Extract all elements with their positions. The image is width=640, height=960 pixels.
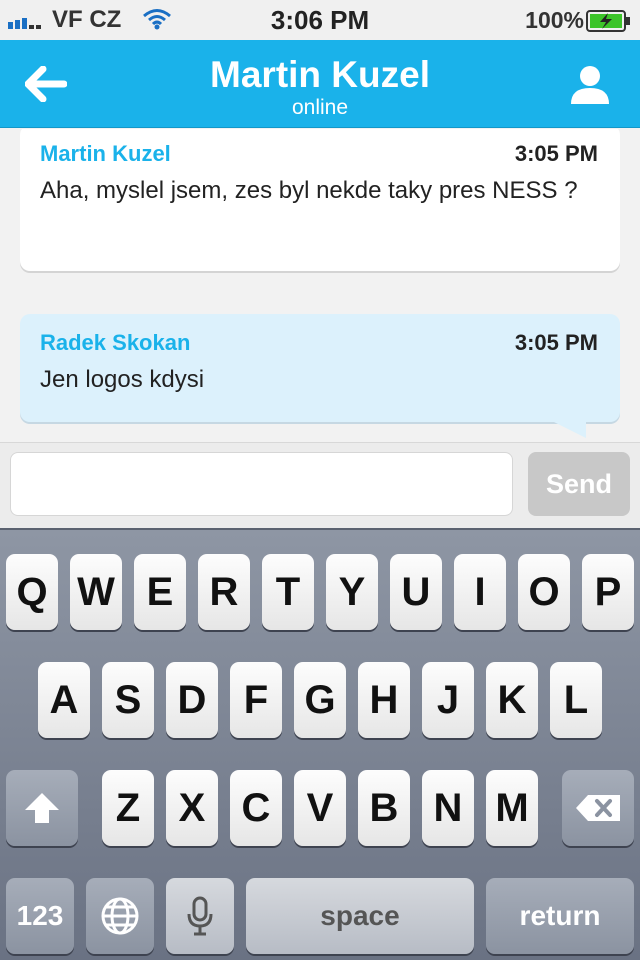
key-g[interactable]: G: [294, 662, 346, 738]
key-o[interactable]: O: [518, 554, 570, 630]
message-time: 3:05 PM: [514, 141, 598, 166]
key-r[interactable]: R: [198, 554, 250, 630]
message-input[interactable]: [10, 452, 513, 516]
navigation-bar: Martin Kuzel online: [0, 40, 640, 128]
send-button[interactable]: Send: [528, 452, 630, 516]
globe-key[interactable]: [86, 878, 154, 954]
shift-key[interactable]: [6, 770, 78, 846]
return-key[interactable]: return: [486, 878, 634, 954]
message-sender: Martin Kuzel: [40, 141, 171, 166]
person-icon: [571, 66, 609, 104]
bubble-tail: [554, 422, 586, 438]
message-bubble: Martin Kuzel 3:05 PM Aha, myslel jsem, z…: [20, 129, 620, 271]
contact-profile-button[interactable]: [562, 58, 618, 110]
chat-messages[interactable]: Martin Kuzel 3:05 PM Aha, myslel jsem, z…: [0, 129, 640, 442]
status-bar: VF CZ 3:06 PM 100%: [0, 0, 640, 40]
backspace-key[interactable]: [562, 770, 634, 846]
backspace-icon: [576, 795, 620, 821]
key-z[interactable]: Z: [102, 770, 154, 846]
key-p[interactable]: P: [582, 554, 634, 630]
key-m[interactable]: M: [486, 770, 538, 846]
shift-arrow-icon: [25, 793, 59, 823]
key-b[interactable]: B: [358, 770, 410, 846]
key-t[interactable]: T: [262, 554, 314, 630]
dictation-key[interactable]: [166, 878, 234, 954]
message-bubble: Radek Skokan 3:05 PM Jen logos kdysi: [20, 314, 620, 438]
keyboard: Q W E R T Y U I O P A S D F G H J K L Z …: [0, 528, 640, 960]
message-text: Aha, myslel jsem, zes byl nekde taky pre…: [40, 177, 578, 204]
key-f[interactable]: F: [230, 662, 282, 738]
key-x[interactable]: X: [166, 770, 218, 846]
message-text: Jen logos kdysi: [40, 366, 205, 393]
key-e[interactable]: E: [134, 554, 186, 630]
key-d[interactable]: D: [166, 662, 218, 738]
message-sender: Radek Skokan: [40, 330, 191, 355]
key-y[interactable]: Y: [326, 554, 378, 630]
message-time: 3:05 PM: [514, 330, 598, 355]
composer-bar: Send: [0, 442, 640, 528]
presence-status: online: [291, 96, 349, 119]
key-l[interactable]: L: [550, 662, 602, 738]
key-w[interactable]: W: [70, 554, 122, 630]
battery-percentage: 100%: [525, 7, 584, 33]
key-q[interactable]: Q: [6, 554, 58, 630]
microphone-icon: [187, 896, 213, 936]
battery-charging-icon: [586, 10, 630, 32]
key-v[interactable]: V: [294, 770, 346, 846]
key-a[interactable]: A: [38, 662, 90, 738]
key-n[interactable]: N: [422, 770, 474, 846]
key-i[interactable]: I: [454, 554, 506, 630]
key-s[interactable]: S: [102, 662, 154, 738]
key-h[interactable]: H: [358, 662, 410, 738]
contact-name-title: Martin Kuzel: [210, 54, 430, 95]
key-u[interactable]: U: [390, 554, 442, 630]
numbers-key[interactable]: 123: [6, 878, 74, 954]
key-c[interactable]: C: [230, 770, 282, 846]
globe-icon: [101, 897, 139, 935]
key-j[interactable]: J: [422, 662, 474, 738]
key-k[interactable]: K: [486, 662, 538, 738]
space-key[interactable]: space: [246, 878, 474, 954]
